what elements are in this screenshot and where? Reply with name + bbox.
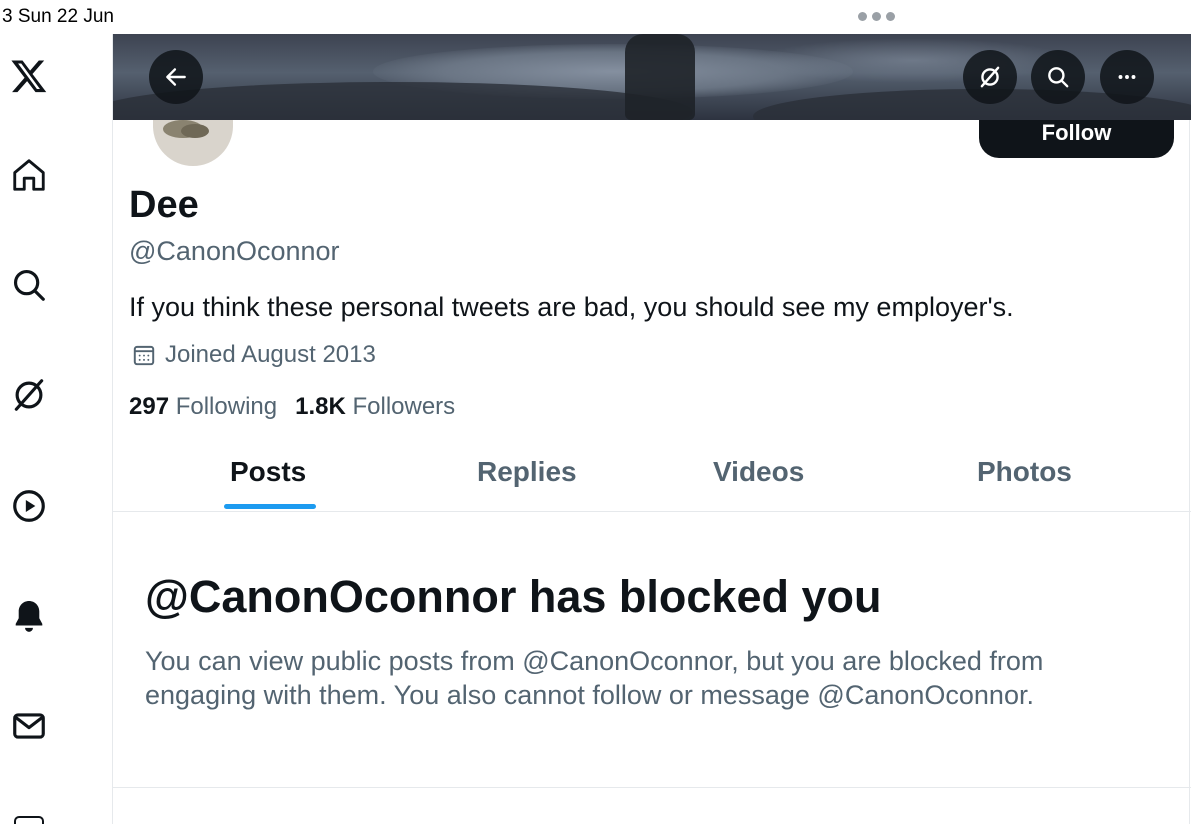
followers-link[interactable]: 1.8K Followers: [295, 393, 455, 421]
sidebar: [0, 0, 112, 824]
grok-button[interactable]: [963, 50, 1017, 104]
blocked-title: @CanonOconnor has blocked you: [145, 571, 882, 622]
search-icon: [1048, 67, 1069, 88]
x-logo-icon[interactable]: [8, 55, 50, 97]
divider: [113, 787, 1191, 788]
active-tab-indicator: [224, 504, 316, 509]
joined-date: Joined August 2013: [131, 341, 376, 369]
profile-page: 3 Sun 22 Jun Follow Dee @CanonOconnor If…: [0, 0, 1200, 824]
joined-text: Joined August 2013: [165, 341, 376, 368]
tab-photos[interactable]: Photos: [977, 456, 1072, 488]
search-icon[interactable]: [8, 264, 50, 306]
calendar-icon: [133, 345, 155, 366]
following-label: Following: [175, 393, 278, 420]
profile-tabs: Posts Replies Videos Photos: [113, 444, 1191, 512]
followers-label: Followers: [352, 393, 456, 420]
tab-replies[interactable]: Replies: [477, 456, 577, 488]
search-button[interactable]: [1031, 50, 1085, 104]
avatar[interactable]: [153, 120, 233, 166]
multitasking-dots[interactable]: [858, 12, 895, 21]
arrow-left-icon: [166, 68, 186, 86]
more-button[interactable]: [1100, 50, 1154, 104]
profile-bio: If you think these personal tweets are b…: [129, 292, 1014, 322]
mail-icon[interactable]: [8, 705, 50, 747]
play-icon[interactable]: [8, 485, 50, 527]
following-count: 297: [129, 393, 170, 420]
tab-posts[interactable]: Posts: [230, 456, 306, 488]
profile-column: Follow Dee @CanonOconnor If you think th…: [112, 34, 1191, 824]
home-icon[interactable]: [8, 154, 50, 196]
profile-handle: @CanonOconnor: [129, 236, 340, 266]
lists-icon[interactable]: [14, 816, 44, 824]
followers-count: 1.8K: [295, 393, 346, 420]
following-link[interactable]: 297 Following: [129, 393, 277, 421]
follow-stats: 297 Following 1.8K Followers: [129, 393, 455, 421]
bell-icon[interactable]: [8, 595, 50, 637]
tab-videos[interactable]: Videos: [713, 456, 804, 488]
follow-button[interactable]: Follow: [979, 120, 1174, 158]
profile-banner: [113, 34, 1191, 120]
grok-icon: [980, 66, 1000, 88]
grok-icon[interactable]: [8, 374, 50, 416]
more-icon: [1118, 75, 1136, 79]
display-name: Dee: [129, 184, 199, 226]
blocked-description: You can view public posts from @CanonOco…: [145, 646, 1044, 710]
back-button[interactable]: [149, 50, 203, 104]
